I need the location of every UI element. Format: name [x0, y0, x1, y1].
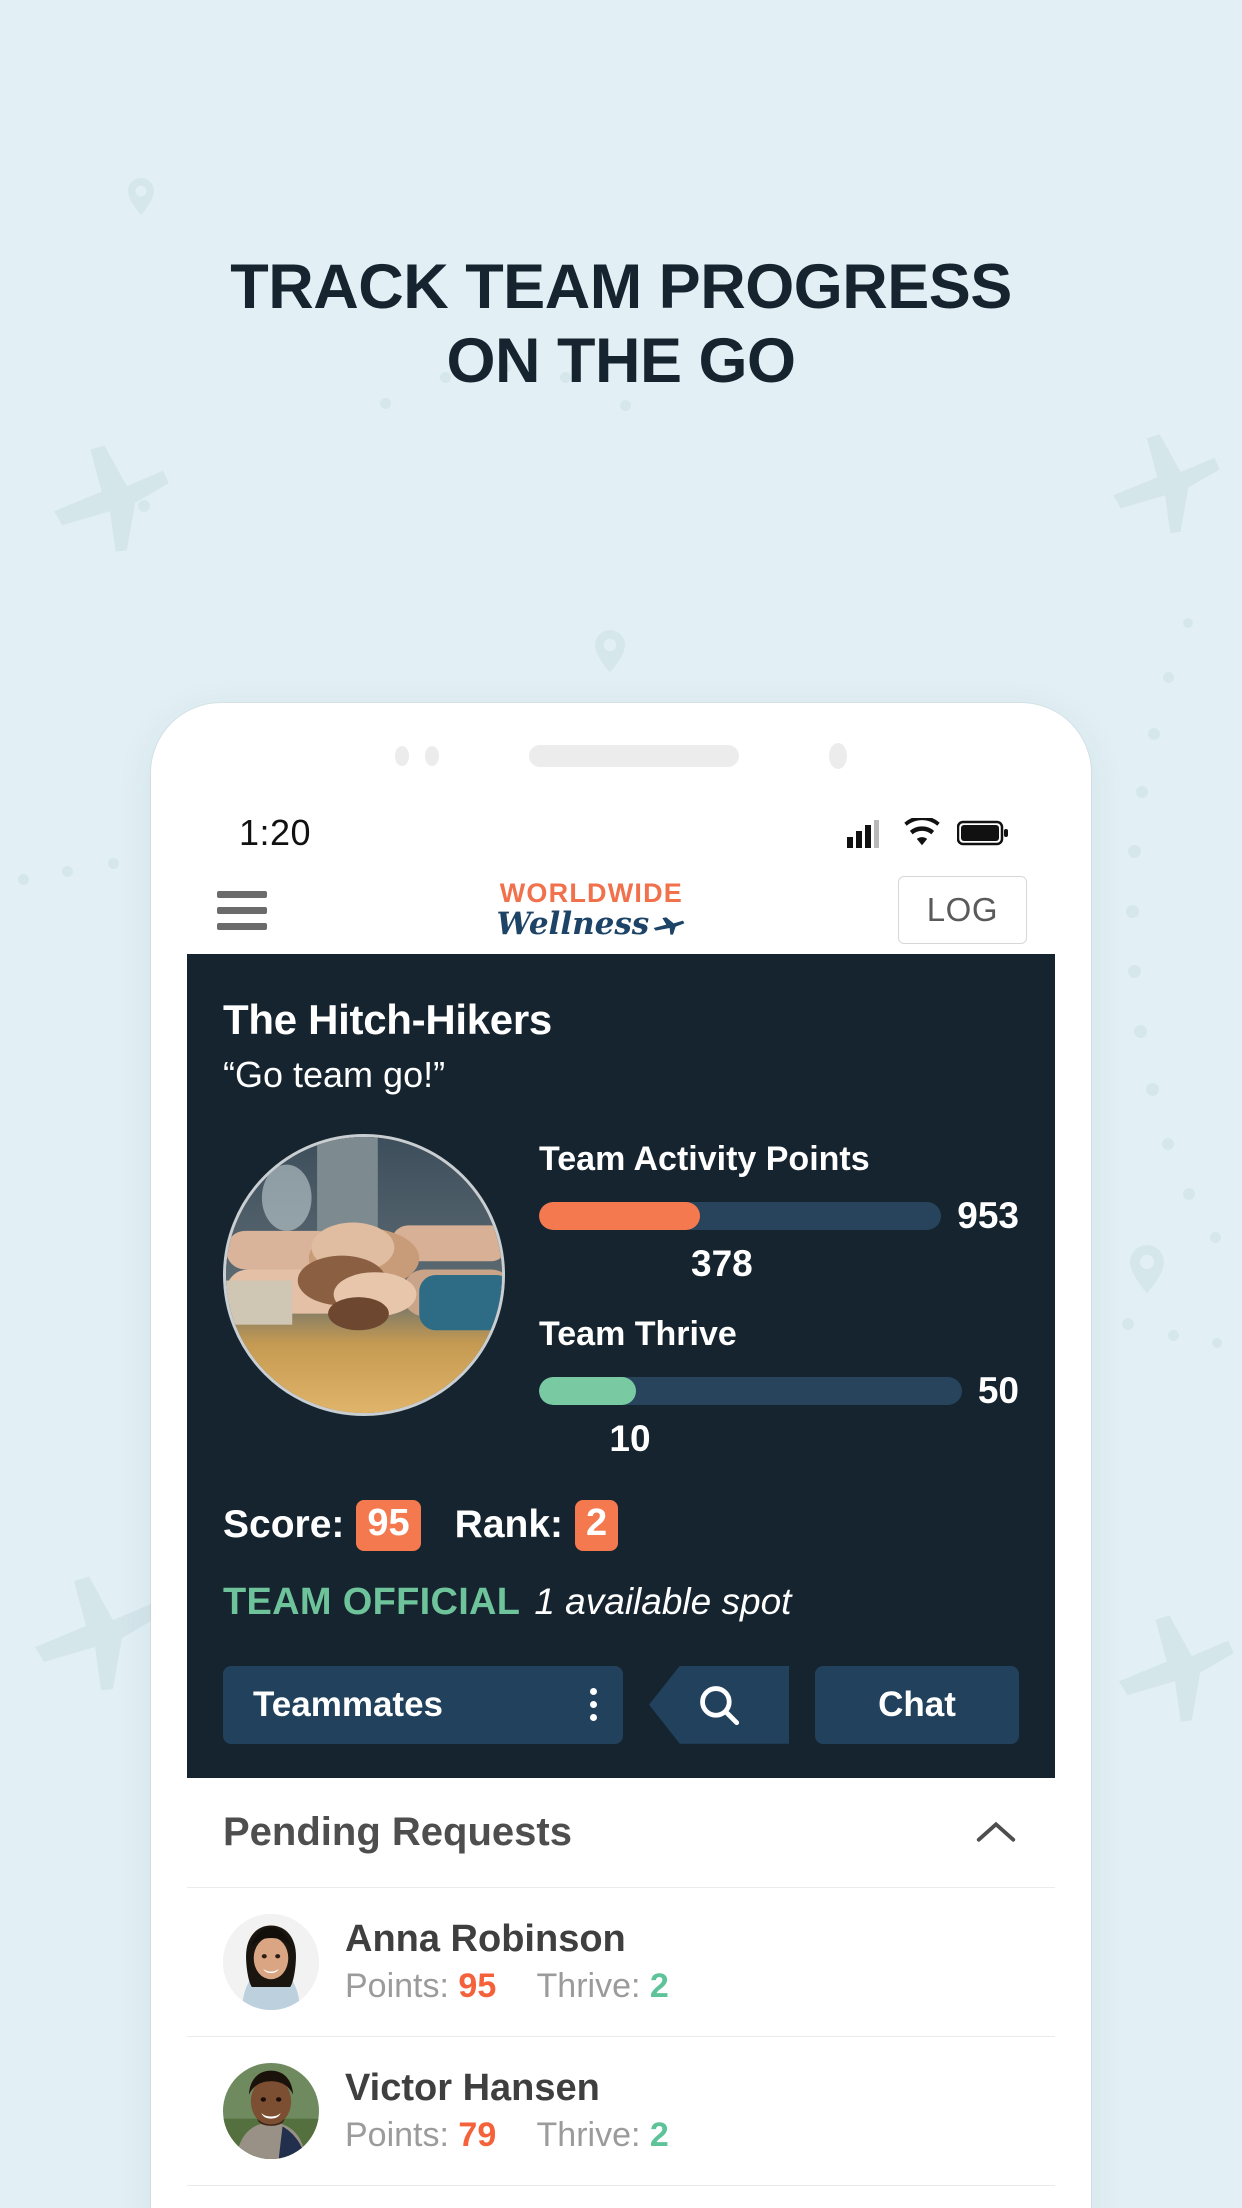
- progress-track: [539, 1377, 962, 1405]
- airplane-deco-icon: [1119, 1615, 1234, 1722]
- status-bar: 1:20: [187, 800, 1055, 866]
- map-pin-deco-icon: [595, 630, 625, 673]
- metric-team-thrive: Team Thrive 50 10: [539, 1315, 1019, 1460]
- front-camera-icon: [829, 743, 847, 769]
- logo-wellness-text: Wellness: [497, 909, 687, 940]
- thrive-value: 2: [649, 1966, 669, 2005]
- hamburger-menu-icon[interactable]: [217, 890, 267, 930]
- light-sensor-icon: [425, 746, 439, 766]
- pending-requests-header[interactable]: Pending Requests: [187, 1777, 1055, 1888]
- team-official-row: TEAM OFFICIAL 1 available spot: [223, 1581, 1019, 1624]
- chat-label: Chat: [878, 1684, 956, 1724]
- list-item[interactable]: Victor Hansen Points: 79 Thrive: 2: [187, 2036, 1055, 2186]
- team-official-label: TEAM OFFICIAL: [223, 1580, 521, 1623]
- rank-label: Rank:: [454, 1503, 564, 1547]
- cellular-signal-icon: [847, 820, 879, 848]
- chevron-up-icon[interactable]: [973, 1817, 1019, 1847]
- airplane-deco-icon: [54, 445, 169, 552]
- phone-bezel-sensors: [151, 743, 1091, 769]
- logo-worldwide-text: WORLDWIDE: [499, 878, 684, 908]
- proximity-sensor-icon: [395, 746, 409, 766]
- list-item-text: Victor Hansen Points: 79 Thrive: 2: [345, 2067, 669, 2155]
- list-item[interactable]: Anna Robinson Points: 95 Thrive: 2: [187, 1887, 1055, 2037]
- score-badge: 95: [356, 1500, 421, 1551]
- list-item-text: Anna Robinson Points: 95 Thrive: 2: [345, 1918, 669, 2006]
- score-label: Score:: [223, 1503, 345, 1547]
- teammates-label: Teammates: [253, 1684, 444, 1724]
- team-stats-row: Team Activity Points 953 378 Team Thrive: [223, 1134, 1019, 1460]
- search-button[interactable]: [649, 1665, 789, 1744]
- team-motto: “Go team go!”: [223, 1054, 446, 1095]
- status-time: 1:20: [239, 812, 312, 853]
- search-icon: [700, 1685, 740, 1725]
- thrive-value: 2: [649, 2115, 669, 2154]
- request-name: Anna Robinson: [345, 1917, 626, 1960]
- team-photo[interactable]: [223, 1134, 505, 1416]
- metric-bar-row: 953: [539, 1195, 1019, 1237]
- airplane-deco-icon: [1113, 434, 1220, 534]
- metric-max: 953: [957, 1195, 1019, 1236]
- avatar: [223, 2062, 319, 2159]
- battery-full-icon: [957, 820, 1008, 846]
- phone-screen: 1:20 WORLDWIDE Wellness LOG The Hitch-Hi…: [187, 800, 1055, 2208]
- progress-fill: [539, 1202, 700, 1230]
- metric-current: 10: [609, 1418, 651, 1459]
- map-pin-deco-icon: [1130, 1245, 1164, 1294]
- app-logo[interactable]: WORLDWIDE Wellness: [497, 880, 687, 940]
- request-stats: Points: 79 Thrive: 2: [345, 2116, 669, 2155]
- status-icons: [847, 818, 1009, 848]
- chat-button[interactable]: Chat: [815, 1665, 1019, 1744]
- kebab-menu-icon[interactable]: [590, 1688, 597, 1722]
- metric-label: Team Thrive: [539, 1315, 737, 1353]
- metric-activity-points: Team Activity Points 953 378: [539, 1140, 1019, 1285]
- progress-track: [539, 1202, 942, 1230]
- request-name: Victor Hansen: [345, 2066, 600, 2109]
- available-spot-text: 1 available spot: [534, 1580, 792, 1622]
- team-actions: Teammates Chat: [223, 1665, 1019, 1744]
- request-stats: Points: 95 Thrive: 2: [345, 1967, 669, 2006]
- points-label: Points:: [345, 1966, 449, 2005]
- headline-line-1: TRACK TEAM PROGRESS: [230, 252, 1012, 322]
- points-value: 79: [458, 2115, 497, 2154]
- thrive-label: Thrive:: [536, 1966, 641, 2005]
- anna-robinson-avatar: [223, 1913, 319, 2010]
- phone-mockup: 1:20 WORLDWIDE Wellness LOG The Hitch-Hi…: [151, 703, 1091, 2208]
- team-hands-together-photo: [226, 1137, 502, 1413]
- wifi-icon: [904, 818, 940, 846]
- airplane-deco-icon: [35, 1576, 158, 1691]
- headline-line-2: ON THE GO: [446, 326, 796, 397]
- points-label: Points:: [345, 2115, 449, 2154]
- progress-fill: [539, 1377, 637, 1405]
- logo-wellness-label: Wellness: [496, 906, 650, 942]
- metric-bar-row: 50: [539, 1370, 1019, 1412]
- team-name: The Hitch-Hikers: [223, 996, 552, 1043]
- page-title: TRACK TEAM PROGRESS ON THE GO: [0, 250, 1242, 399]
- rank-group: Rank: 2: [455, 1500, 619, 1551]
- score-group: Score: 95: [223, 1500, 421, 1551]
- pending-requests-title: Pending Requests: [223, 1809, 572, 1854]
- metric-max: 50: [977, 1370, 1019, 1411]
- pending-requests-list: Anna Robinson Points: 95 Thrive: 2 Victo…: [187, 1887, 1055, 2186]
- score-rank-row: Score: 95 Rank: 2: [223, 1500, 1019, 1551]
- rank-badge: 2: [575, 1500, 619, 1551]
- earpiece-speaker: [529, 745, 739, 767]
- team-metrics: Team Activity Points 953 378 Team Thrive: [539, 1134, 1019, 1460]
- airplane-icon: [653, 917, 685, 935]
- metric-current: 378: [691, 1243, 753, 1284]
- log-button[interactable]: LOG: [897, 876, 1027, 944]
- team-card: The Hitch-Hikers “Go team go!” Team Acti…: [187, 954, 1055, 1778]
- metric-label: Team Activity Points: [539, 1140, 870, 1178]
- avatar: [223, 1913, 319, 2010]
- map-pin-deco-icon: [128, 178, 154, 215]
- app-header: WORLDWIDE Wellness LOG: [187, 866, 1055, 954]
- victor-hansen-avatar: [223, 2062, 319, 2159]
- thrive-label: Thrive:: [536, 2115, 641, 2154]
- points-value: 95: [458, 1966, 497, 2005]
- teammates-button[interactable]: Teammates: [223, 1665, 623, 1744]
